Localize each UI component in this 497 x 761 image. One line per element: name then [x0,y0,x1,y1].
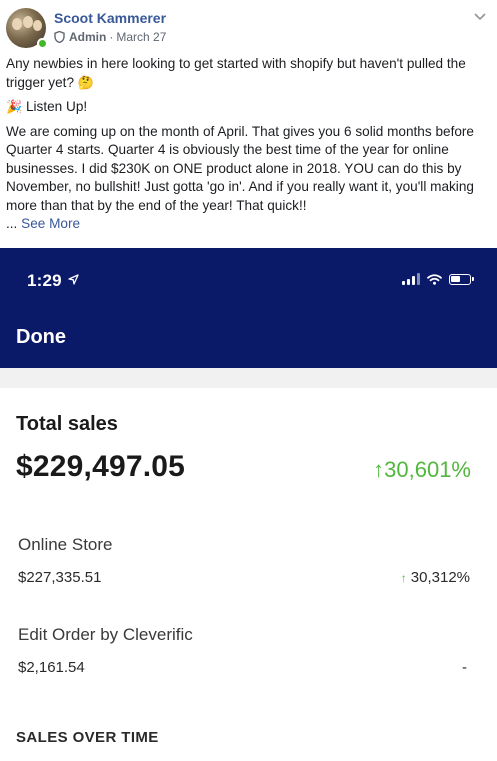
online-status-dot [37,38,48,49]
admin-badge: Admin [69,30,107,44]
author-name[interactable]: Scoot Kammerer [54,10,166,26]
total-sales-change: ↑30,601% [373,457,471,482]
post-paragraph-1: Any newbies in here looking to get start… [6,56,466,90]
party-popper-emoji-icon: 🎉 [6,99,23,114]
post-meta: Admin · March 27 [54,30,166,44]
edit-order-label: Edit Order by Cleverific [18,625,193,644]
edit-order-change: - [462,659,467,676]
total-sales-label: Total sales [16,413,118,435]
online-store-label: Online Store [18,535,113,554]
status-bar-time: 1:29 [27,271,79,291]
up-arrow-icon: ↑ [400,571,407,585]
see-more-link[interactable]: See More [21,216,80,231]
status-bar-icons [402,273,474,285]
divider-band [0,368,497,388]
post-paragraph-2: We are coming up on the month of April. … [6,123,474,213]
listen-up-text: Listen Up! [25,99,88,114]
cellular-signal-icon [402,273,420,285]
sales-card: Total sales $229,497.05 ↑30,601% Online … [0,388,497,761]
ios-navigation-bar: 1:29 Done [0,248,497,368]
post-body: Any newbies in here looking to get start… [6,55,488,234]
post-header: Scoot Kammerer Admin · March 27 [6,6,491,50]
post-date[interactable]: March 27 [116,30,166,44]
total-sales-value: $229,497.05 [16,450,186,483]
online-store-value: $227,335.51 [18,569,102,586]
thinking-face-emoji-icon: 🤔 [77,74,94,90]
sales-over-time-heading: SALES OVER TIME [16,729,159,746]
attached-screenshot-image[interactable]: 1:29 Done Total sales $229,497.05 ↑30,60… [0,248,497,761]
up-arrow-icon: ↑ [373,457,385,482]
online-store-change: ↑ 30,312% [400,569,470,586]
facebook-post: Scoot Kammerer Admin · March 27 Any newb… [0,0,497,761]
admin-shield-icon [54,31,65,43]
meta-separator: · [109,30,114,44]
edit-order-value: $2,161.54 [18,659,85,676]
wifi-icon [427,273,442,285]
location-arrow-icon [68,274,79,285]
battery-icon [449,273,474,285]
ellipsis-text: ... [6,216,18,231]
done-button: Done [16,326,66,348]
post-options-chevron-icon[interactable] [473,10,487,24]
